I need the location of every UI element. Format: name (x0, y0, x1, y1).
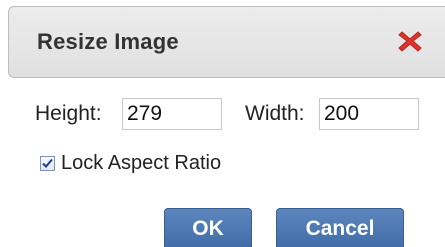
cancel-button[interactable]: Cancel (276, 208, 404, 247)
dialog-title: Resize Image (37, 29, 179, 54)
lock-aspect-ratio-checkbox[interactable] (40, 155, 55, 171)
height-label: Height: (35, 102, 102, 125)
checkmark-icon (42, 158, 53, 168)
height-field[interactable] (122, 98, 222, 130)
resize-image-dialog: Resize Image Height: Width: Lock Aspect … (0, 0, 445, 247)
close-icon[interactable] (396, 27, 424, 55)
dialog-titlebar: Resize Image (8, 6, 445, 78)
ok-button[interactable]: OK (164, 208, 252, 247)
width-label: Width: (245, 102, 305, 125)
lock-aspect-ratio-option[interactable]: Lock Aspect Ratio (40, 150, 221, 176)
width-field[interactable] (319, 98, 419, 130)
lock-aspect-ratio-label: Lock Aspect Ratio (61, 151, 222, 174)
